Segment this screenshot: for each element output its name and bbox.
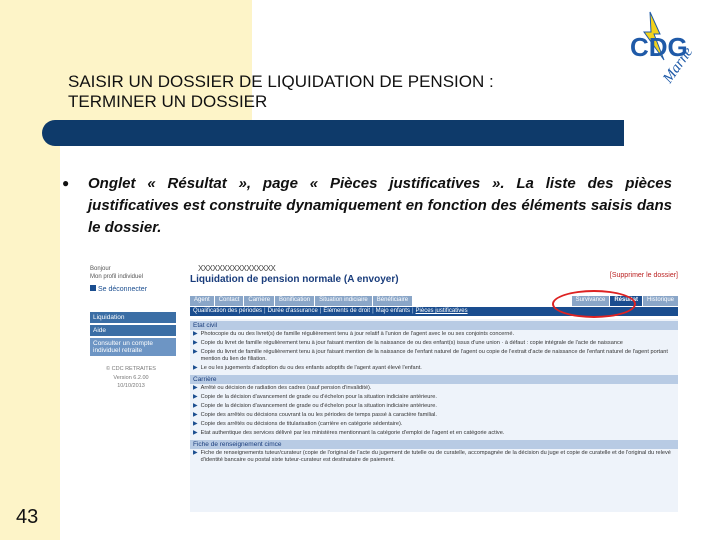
page-number: 43 bbox=[16, 506, 39, 528]
list-item: ▶ Copie de la décision d'avancement de gr… bbox=[193, 394, 437, 400]
sidebar-item-label: Consulter un compte individuel retraite bbox=[93, 340, 153, 354]
list-item: ▶ Etat authentique des services délivré p… bbox=[193, 430, 505, 436]
sidebar-item-label: Aide bbox=[93, 327, 107, 334]
list-item: ▶ Fiche de renseignements tuteur/curateur… bbox=[193, 450, 671, 463]
cdg-marne-logo: CDG Marne bbox=[620, 4, 716, 100]
slide: SAISIR UN DOSSIER DE LIQUIDATION DE PENS… bbox=[0, 0, 720, 540]
arrow-icon: ▶ bbox=[193, 412, 198, 418]
tab-agent[interactable]: Agent bbox=[190, 296, 214, 306]
list-item: ▶ Copie des arrêtés ou décisions couvrant… bbox=[193, 412, 437, 418]
arrow-icon: ▶ bbox=[193, 385, 198, 391]
tab-situation-indiciaire[interactable]: Situation indiciaire bbox=[315, 296, 372, 306]
logout-link[interactable]: Se déconnecter bbox=[90, 285, 147, 293]
arrow-icon: ▶ bbox=[193, 450, 198, 456]
arrow-icon: ▶ bbox=[193, 340, 198, 346]
slide-title: SAISIR UN DOSSIER DE LIQUIDATION DE PENS… bbox=[68, 72, 608, 112]
tab-bonification[interactable]: Bonification bbox=[275, 296, 315, 306]
delete-dossier-link[interactable]: [Supprimer le dossier] bbox=[610, 272, 678, 279]
tab-carriere[interactable]: Carrière bbox=[244, 296, 275, 306]
title-underline-bar bbox=[42, 120, 624, 146]
bullet-text: Onglet « Résultat », page « Pièces justi… bbox=[88, 175, 672, 236]
section-carriere-title: Carrière bbox=[190, 375, 678, 384]
list-item: ▶ Photocopie du ou des livret(s) de famil… bbox=[193, 331, 515, 337]
masked-agent-name: XXXXXXXXXXXXXXXX bbox=[198, 264, 276, 273]
list-item: ▶ Copie du livret de famille régulièremen… bbox=[193, 340, 623, 346]
sidebar-item-aide[interactable]: Aide bbox=[90, 325, 176, 336]
arrow-icon: ▶ bbox=[193, 403, 198, 409]
sidebar-greeting: Bonjour bbox=[90, 266, 111, 272]
sidebar-item-compte-individuel[interactable]: Consulter un compte individuel retraite bbox=[90, 338, 176, 356]
pieces-justificatives-list: Etat civil ▶ Photocopie du ou des livret(… bbox=[190, 319, 678, 512]
arrow-icon: ▶ bbox=[193, 365, 198, 371]
list-item: ▶ Le ou les jugements d'adoption du ou de… bbox=[193, 365, 422, 371]
slide-title-line-2: TERMINER UN DOSSIER bbox=[68, 92, 268, 111]
subtab-duree-assurance[interactable]: Durée d'assurance bbox=[268, 308, 318, 314]
sidebar-footer-date: 10/10/2013 bbox=[117, 383, 145, 389]
sidebar: Bonjour Mon profil individuel Se déconne… bbox=[86, 262, 182, 512]
slide-title-line-1: SAISIR UN DOSSIER DE LIQUIDATION DE PENS… bbox=[68, 72, 494, 91]
tab-historique[interactable]: Historique bbox=[642, 296, 678, 306]
sidebar-item-liquidation[interactable]: Liquidation bbox=[90, 312, 176, 323]
list-item: ▶ Copie des arrêtés ou décisions de titul… bbox=[193, 421, 403, 427]
section-fiche-renseignement-title: Fiche de renseignement cimce bbox=[190, 440, 678, 449]
logout-icon bbox=[90, 285, 96, 291]
main-panel: XXXXXXXXXXXXXXXX Liquidation de pension … bbox=[186, 262, 680, 512]
arrow-icon: ▶ bbox=[193, 331, 198, 337]
subtab-qualification[interactable]: Qualification des périodes bbox=[193, 308, 262, 314]
highlight-ellipse bbox=[552, 290, 636, 318]
arrow-icon: ▶ bbox=[193, 394, 198, 400]
tab-spacer bbox=[413, 296, 571, 306]
logout-label: Se déconnecter bbox=[98, 286, 148, 293]
subtab-elements-droit[interactable]: Éléments de droit bbox=[323, 308, 370, 314]
sidebar-footer-version: Version 6.2.00 bbox=[113, 375, 149, 381]
tab-beneficiaire[interactable]: Bénéficiaire bbox=[372, 296, 413, 306]
dossier-title: Liquidation de pension normale (A envoye… bbox=[190, 274, 399, 285]
section-etat-civil-title: Etat civil bbox=[190, 321, 678, 330]
list-item: ▶ Copie de la décision d'avancement de gr… bbox=[193, 403, 437, 409]
subtab-pieces-justificatives[interactable]: Pièces justificatives bbox=[416, 308, 468, 314]
sidebar-item-label: Liquidation bbox=[93, 314, 125, 321]
logo-graphic-icon: CDG Marne bbox=[630, 11, 696, 87]
arrow-icon: ▶ bbox=[193, 349, 198, 355]
left-accent-strip bbox=[0, 0, 60, 540]
arrow-icon: ▶ bbox=[193, 421, 198, 427]
subtab-majo-enfants[interactable]: Majo enfants bbox=[376, 308, 410, 314]
bullet-marker: ● bbox=[62, 176, 70, 190]
list-item: ▶ Arrêté ou décision de radiation des cad… bbox=[193, 385, 372, 391]
arrow-icon: ▶ bbox=[193, 430, 198, 436]
sidebar-footer-copyright: © CDC RETRAITES bbox=[106, 366, 156, 372]
sidebar-profile-link[interactable]: Mon profil individuel bbox=[90, 274, 143, 280]
application-screenshot: Bonjour Mon profil individuel Se déconne… bbox=[86, 262, 682, 512]
list-item: ▶ Copie du livret de famille régulièremen… bbox=[193, 349, 668, 362]
tab-contact[interactable]: Contact bbox=[214, 296, 244, 306]
